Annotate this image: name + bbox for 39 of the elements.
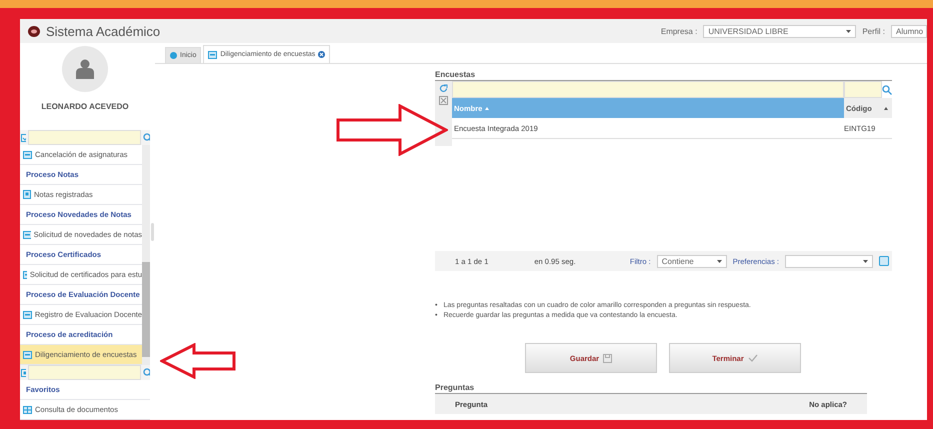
filter-field[interactable] (452, 81, 844, 98)
search-icon[interactable] (882, 84, 892, 94)
checkbox-icon (21, 134, 26, 142)
caret-icon (863, 260, 868, 262)
square-icon (21, 368, 26, 376)
close-icon[interactable] (318, 51, 326, 58)
scrollbar[interactable] (142, 145, 150, 365)
company-label: Empresa : (660, 26, 698, 36)
form-icon (23, 350, 32, 358)
form-icon (208, 50, 218, 58)
preferences-select[interactable] (785, 254, 873, 268)
user-silhouette-icon (76, 59, 94, 79)
form-icon (23, 270, 27, 278)
search-icon[interactable] (143, 132, 150, 142)
spreadsheet-icon[interactable] (439, 96, 448, 105)
company-select[interactable]: UNIVERSIDAD LIBRE (703, 24, 856, 38)
dot-icon (170, 52, 177, 59)
refresh-icon[interactable] (439, 84, 448, 93)
caret-icon (716, 260, 722, 262)
document-icon (23, 190, 31, 199)
sort-icon (884, 106, 888, 110)
filter-field[interactable] (844, 81, 882, 98)
form-icon (23, 230, 31, 238)
filter-select[interactable]: Contiene (656, 254, 727, 268)
check-icon (748, 354, 758, 362)
logo-icon (28, 26, 40, 36)
user-name: LEONARDO ACEVEDO (41, 102, 129, 111)
sort-icon (485, 106, 490, 110)
form-icon (23, 310, 32, 318)
favorites-search-field[interactable] (28, 365, 142, 380)
form-icon (23, 150, 32, 158)
window-icon[interactable] (879, 256, 889, 266)
profile-select[interactable]: Alumno (891, 24, 927, 38)
caret-icon (846, 30, 852, 32)
menu-search-field[interactable] (28, 130, 142, 145)
app-title: Sistema Académico (46, 24, 160, 38)
search-icon[interactable] (143, 368, 150, 378)
grid-icon (23, 406, 32, 414)
profile-label: Perfil : (862, 26, 885, 36)
